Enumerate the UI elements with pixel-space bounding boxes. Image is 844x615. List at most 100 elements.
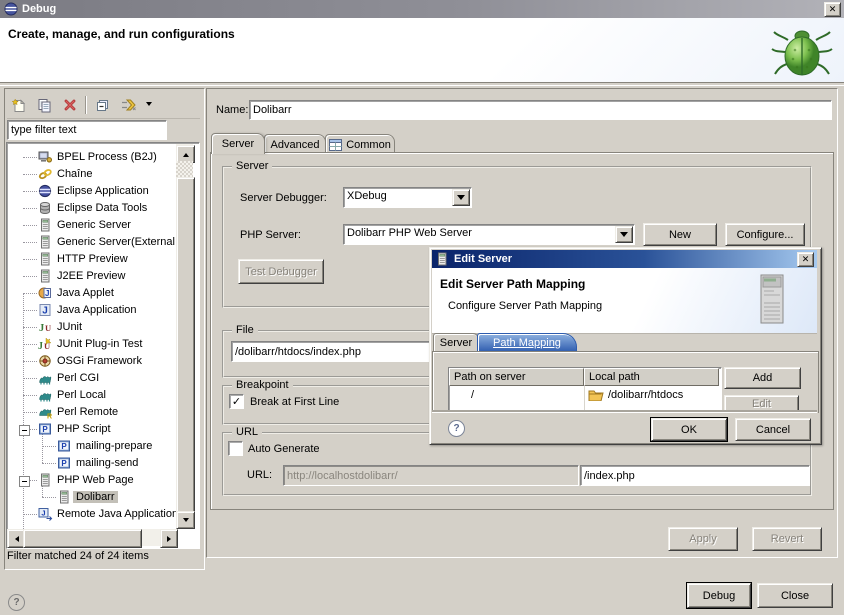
table-icon [329, 139, 342, 151]
banner-title: Create, manage, and run configurations [8, 27, 235, 41]
tree-vscrollbar[interactable] [176, 144, 193, 528]
tree-item[interactable]: JRemote Java Application [7, 506, 183, 523]
combo-dropdown-button[interactable] [615, 226, 633, 243]
dialog-close-button[interactable]: ✕ [797, 252, 814, 267]
url-path-input[interactable] [581, 466, 809, 485]
combo-dropdown-button[interactable] [452, 189, 470, 206]
add-mapping-button[interactable]: Add [724, 367, 801, 389]
dialog-tab-server[interactable]: Server [433, 333, 479, 352]
tree-item[interactable]: Pmailing-prepare [7, 438, 183, 455]
filter-input[interactable] [8, 121, 166, 139]
tree-item-label: Eclipse Application [54, 185, 152, 197]
tree-item[interactable]: Dolibarr [7, 489, 183, 506]
dialog-titlebar[interactable]: Edit Server ✕ [432, 250, 817, 268]
break-first-line-label: Break at First Line [250, 396, 339, 408]
php-server-combo[interactable]: Dolibarr PHP Web Server [343, 224, 635, 245]
svg-text:J: J [39, 323, 44, 334]
tree-item-label: BPEL Process (B2J) [54, 151, 160, 163]
tree-item[interactable]: PPHP Script [7, 421, 183, 438]
new-server-button[interactable]: New [643, 223, 717, 246]
tree-item[interactable]: JUJUnit [7, 319, 183, 336]
duplicate-config-button[interactable] [33, 95, 55, 115]
column-header-local-path[interactable]: Local path [584, 368, 719, 386]
filter-button[interactable] [117, 95, 139, 115]
config-tree: BPEL Process (B2J) Chaîne Eclipse Applicat… [6, 142, 200, 549]
tree-item[interactable]: J2EE Preview [7, 268, 183, 285]
revert-button[interactable]: Revert [752, 527, 822, 551]
tree-item[interactable]: Chaîne [7, 166, 183, 183]
close-button[interactable]: Close [757, 583, 833, 608]
dialog-help-icon[interactable]: ? [448, 420, 465, 437]
dialog-tab-path-mapping[interactable]: Path Mapping [477, 333, 577, 352]
server-icon [38, 473, 52, 487]
configure-button[interactable]: Configure... [725, 223, 805, 246]
tree-item-label: Dolibarr [73, 491, 118, 503]
tree-item[interactable]: Perl Local [7, 387, 183, 404]
tree-item-label: HTTP Preview [54, 253, 131, 265]
tree-item[interactable]: Eclipse Application [7, 183, 183, 200]
url-group-title: URL [232, 426, 262, 438]
window-titlebar[interactable]: Debug ✕ [0, 0, 844, 18]
down-arrow-icon [183, 518, 189, 525]
url-label: URL: [247, 469, 272, 481]
tree-item[interactable]: Pmailing-send [7, 455, 183, 472]
test-debugger-button[interactable]: Test Debugger [238, 259, 324, 284]
tree-item[interactable]: BPEL Process (B2J) [7, 149, 183, 166]
tree-item-label: Generic Server(External La [54, 236, 193, 248]
tab-server[interactable]: Server [211, 133, 265, 154]
delete-config-button[interactable] [59, 95, 81, 115]
tab-advanced[interactable]: Advanced [264, 134, 326, 154]
tree-item-label: J2EE Preview [54, 270, 128, 282]
expander-minus-icon[interactable] [19, 476, 30, 487]
ok-button[interactable]: OK [651, 418, 727, 441]
scroll-thumb[interactable] [176, 177, 195, 513]
column-header-path-on-server[interactable]: Path on server [449, 368, 584, 386]
tree-item[interactable]: HTTP Preview [7, 251, 183, 268]
path-on-server-cell: / [449, 389, 584, 401]
help-icon[interactable]: ? [8, 594, 25, 611]
auto-generate-checkbox[interactable] [228, 441, 243, 456]
apply-button[interactable]: Apply [668, 527, 738, 551]
server-debugger-combo[interactable]: XDebug [343, 187, 472, 208]
tree-item[interactable]: Perl CGI [7, 370, 183, 387]
tree-item[interactable]: JJava Application [7, 302, 183, 319]
local-path-cell: /dolibarr/htdocs [584, 389, 719, 401]
filter-input-wrap [7, 120, 167, 140]
chevron-down-icon [620, 232, 628, 241]
scroll-right-button[interactable] [160, 529, 178, 548]
tree-item-label: Perl Local [54, 389, 109, 401]
server-icon [435, 252, 449, 266]
edit-server-dialog: Edit Server ✕ Edit Server Path Mapping C… [429, 247, 822, 445]
scroll-thumb[interactable] [23, 529, 142, 548]
collapse-all-button[interactable] [91, 95, 113, 115]
new-icon [11, 98, 25, 112]
cancel-button[interactable]: Cancel [735, 418, 811, 441]
url-path-wrap [580, 465, 810, 486]
mapping-row[interactable]: //dolibarr/htdocs [449, 386, 721, 404]
tree-item[interactable]: Generic Server [7, 217, 183, 234]
tree-item[interactable]: JUJUnit Plug-in Test [7, 336, 183, 353]
breakpoint-group-title: Breakpoint [232, 379, 293, 391]
break-first-line-checkbox[interactable]: ✓ [229, 394, 244, 409]
tree-item[interactable]: PHP Web Page [7, 472, 183, 489]
toolbar-menu-button[interactable] [143, 95, 155, 115]
tree-item[interactable]: Generic Server(External La [7, 234, 183, 251]
name-input[interactable] [250, 101, 831, 119]
scroll-down-button[interactable] [176, 511, 195, 529]
window-close-button[interactable]: ✕ [824, 2, 841, 17]
tree-item[interactable]: OSGi Framework [7, 353, 183, 370]
tree-item-label: mailing-prepare [73, 440, 155, 452]
tree-item-label: PHP Script [54, 423, 114, 435]
tree-item[interactable]: Eclipse Data Tools [7, 200, 183, 217]
svg-text:U: U [45, 323, 51, 333]
scroll-track[interactable] [176, 161, 193, 177]
expander-minus-icon[interactable] [19, 425, 30, 436]
tab-common[interactable]: Common [325, 134, 395, 154]
tree-item[interactable]: RPerl Remote [7, 404, 183, 421]
new-config-button[interactable] [7, 95, 29, 115]
debug-button[interactable]: Debug [687, 583, 751, 608]
server-icon [38, 218, 52, 232]
tree-hscrollbar[interactable] [7, 529, 176, 546]
tree-item[interactable]: JJava Applet [7, 285, 183, 302]
dialog-heading: Edit Server Path Mapping [440, 277, 585, 291]
